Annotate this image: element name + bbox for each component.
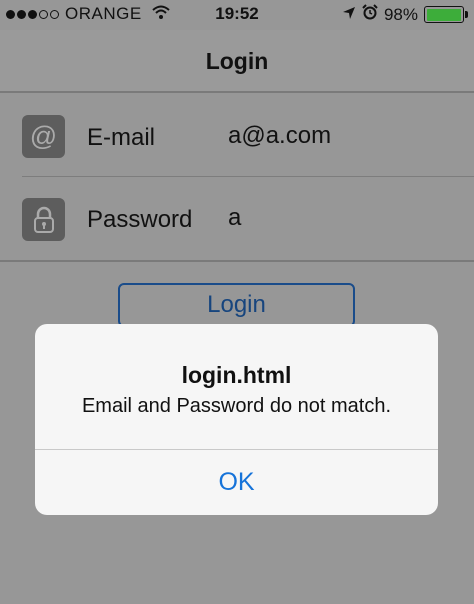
battery-fill xyxy=(426,8,461,21)
battery-icon xyxy=(424,6,468,23)
battery-percent: 98% xyxy=(383,4,418,24)
status-bar: ORANGE 19:52 98% xyxy=(0,0,474,30)
page-title: Login xyxy=(205,48,269,74)
status-right: 98% xyxy=(342,4,468,25)
navigation-bar: Login xyxy=(0,30,474,93)
alert-message: Email and Password do not match. xyxy=(81,395,392,417)
at-sign-icon: @ xyxy=(22,115,65,158)
alert-title: login.html xyxy=(181,362,292,388)
ok-button[interactable]: OK xyxy=(35,450,438,515)
password-field[interactable] xyxy=(228,204,448,232)
padlock-icon xyxy=(22,198,65,241)
alert-dialog: login.html Email and Password do not mat… xyxy=(35,324,438,515)
login-button[interactable]: Login xyxy=(118,283,355,327)
password-label: Password xyxy=(87,206,193,233)
email-label: E-mail xyxy=(87,124,156,151)
location-arrow-icon xyxy=(342,5,356,25)
alarm-clock-icon xyxy=(362,4,378,25)
email-field[interactable] xyxy=(228,122,448,150)
form-divider xyxy=(0,260,474,262)
app-screen: ORANGE 19:52 98% Login @ E-mail a@a.com … xyxy=(0,0,474,604)
